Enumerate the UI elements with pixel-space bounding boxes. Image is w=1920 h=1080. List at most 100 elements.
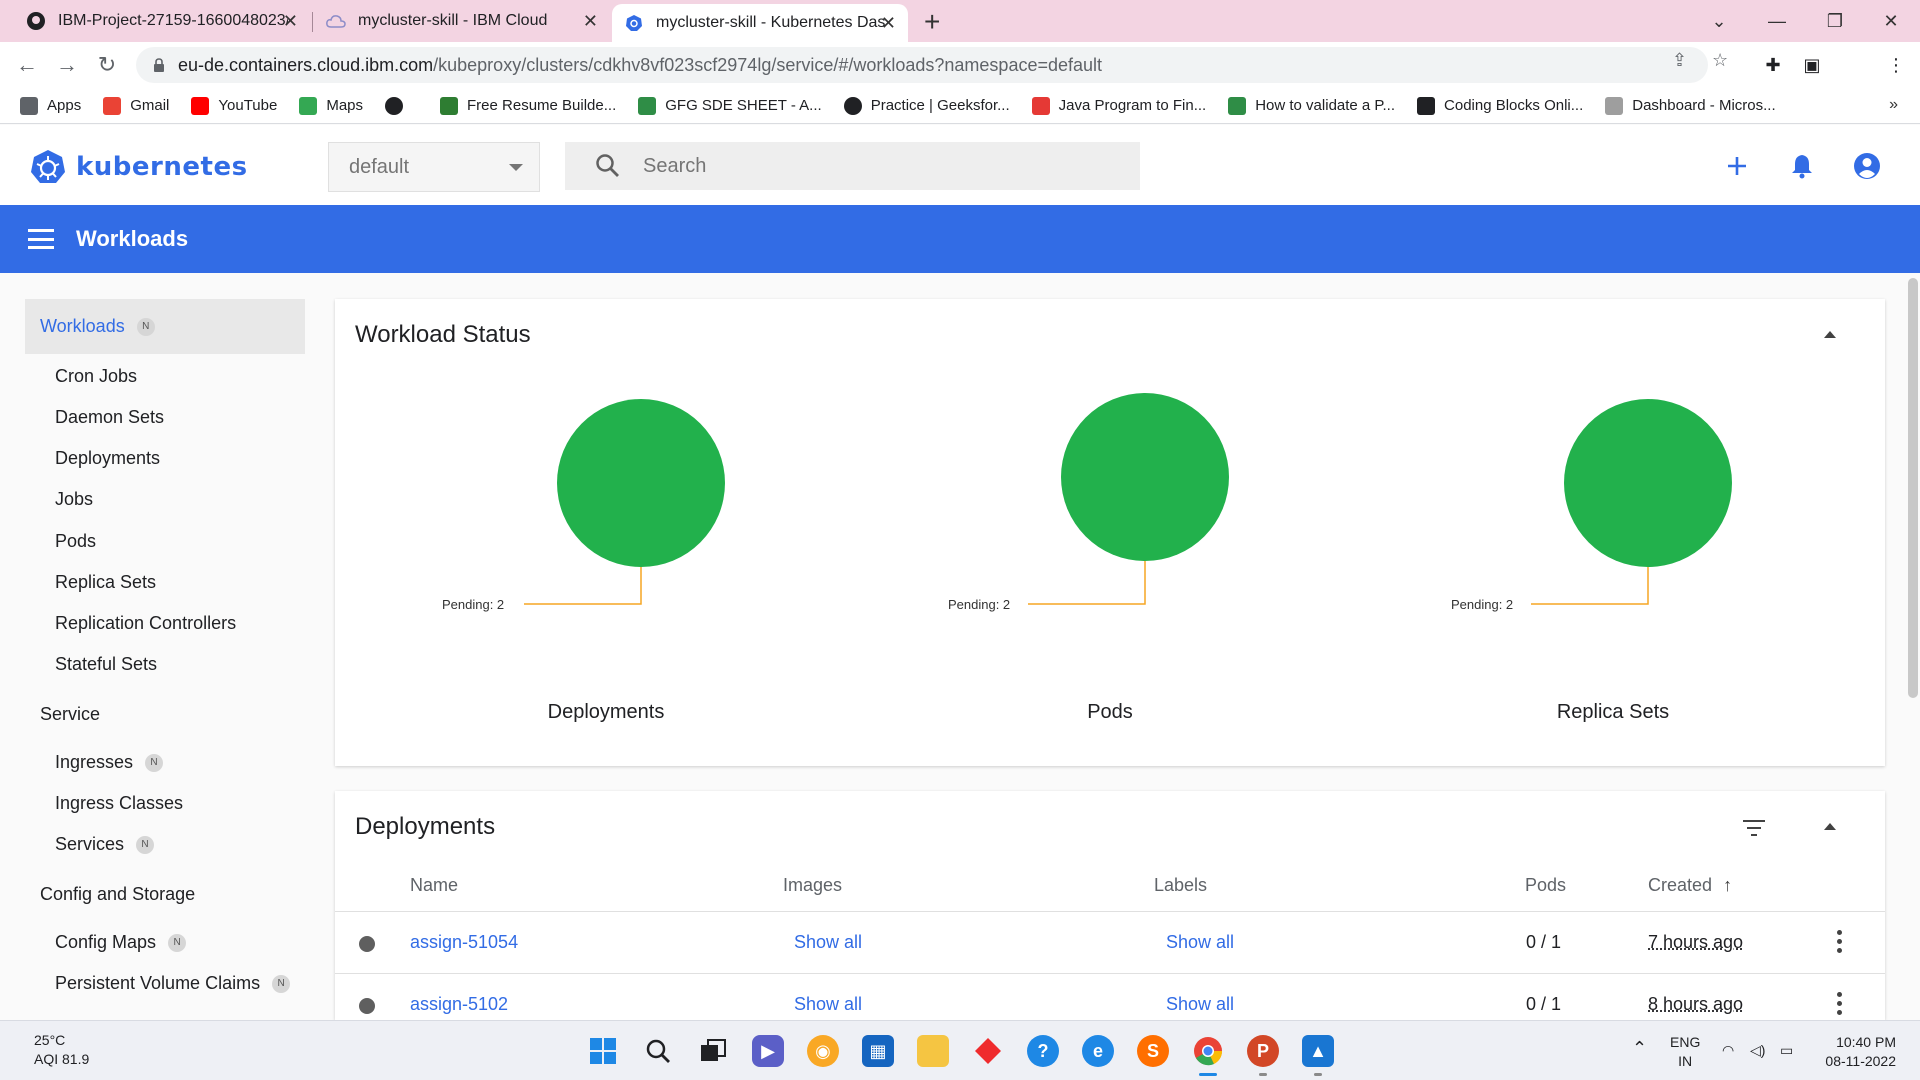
- teams-chat-icon[interactable]: ▶: [752, 1035, 784, 1067]
- bookmark-item[interactable]: How to validate a P...: [1228, 97, 1395, 115]
- brave-icon[interactable]: ◉: [807, 1035, 839, 1067]
- tab-github[interactable]: IBM-Project-27159-1660048023/ ✕: [14, 0, 310, 42]
- deployment-name-link[interactable]: assign-51054: [410, 932, 518, 953]
- restore-button[interactable]: ❐: [1810, 0, 1860, 42]
- task-view-icon[interactable]: [697, 1035, 729, 1067]
- close-tab-icon[interactable]: ✕: [583, 11, 598, 32]
- collapse-icon[interactable]: [1824, 331, 1836, 338]
- bookmark-item[interactable]: Dashboard - Micros...: [1605, 97, 1775, 115]
- powerpoint-icon[interactable]: P: [1247, 1035, 1279, 1067]
- forward-arrow-icon[interactable]: →: [52, 50, 82, 80]
- language-indicator[interactable]: ENG IN: [1670, 1033, 1700, 1071]
- new-tab-button[interactable]: +: [924, 6, 940, 38]
- close-window-button[interactable]: ✕: [1866, 0, 1916, 42]
- sidebar-item-daemon-sets[interactable]: Daemon Sets: [55, 407, 164, 428]
- bookmark-item[interactable]: Free Resume Builde...: [440, 97, 616, 115]
- bookmark-item[interactable]: Practice | Geeksfor...: [844, 97, 1010, 115]
- filter-icon[interactable]: [1743, 819, 1765, 842]
- weather-widget[interactable]: 25°C AQI 81.9: [34, 1031, 89, 1069]
- sidebar-item-config-maps[interactable]: Config Maps N: [55, 932, 186, 953]
- extensions-icon[interactable]: ✚: [1761, 53, 1785, 77]
- url-bar[interactable]: eu-de.containers.cloud.ibm.com/kubeproxy…: [136, 47, 1708, 83]
- speaker-icon[interactable]: ◁): [1750, 1041, 1765, 1060]
- chevron-up-icon[interactable]: ⌃: [1632, 1039, 1647, 1058]
- side-panel-icon[interactable]: ▣: [1800, 53, 1824, 77]
- start-windows-icon[interactable]: [587, 1035, 619, 1067]
- sublime-icon[interactable]: S: [1137, 1035, 1169, 1067]
- images-show-all-link[interactable]: Show all: [794, 994, 862, 1015]
- back-arrow-icon[interactable]: ←: [12, 50, 42, 80]
- more-vert-icon[interactable]: ⋮: [1884, 53, 1908, 77]
- more-vert-icon[interactable]: [1837, 992, 1843, 1015]
- column-header-created[interactable]: Created ↑: [1648, 875, 1732, 896]
- sidebar-item-persistent-volume-claims[interactable]: Persistent Volume Claims N: [55, 973, 290, 994]
- search-field[interactable]: [565, 142, 1140, 190]
- account-circle-icon[interactable]: [1852, 151, 1882, 181]
- column-header-pods[interactable]: Pods: [1525, 875, 1566, 896]
- bookmark-item[interactable]: Coding Blocks Onli...: [1417, 97, 1583, 115]
- sidebar-item-deployments[interactable]: Deployments: [55, 448, 160, 469]
- sidebar-item-ingress-classes[interactable]: Ingress Classes: [55, 793, 183, 814]
- chrome-icon[interactable]: [1192, 1035, 1224, 1067]
- sidebar-item-pods[interactable]: Pods: [55, 531, 96, 552]
- column-header-name[interactable]: Name: [410, 875, 458, 896]
- time: 10:40 PM: [1820, 1033, 1896, 1052]
- deployment-name-link[interactable]: assign-5102: [410, 994, 508, 1015]
- sidebar-section-service[interactable]: Service: [40, 704, 100, 725]
- help-icon[interactable]: ?: [1027, 1035, 1059, 1067]
- bookmark-item[interactable]: Apps: [20, 97, 81, 115]
- labels-show-all-link[interactable]: Show all: [1166, 932, 1234, 953]
- reload-icon[interactable]: ↻: [92, 50, 122, 80]
- collapse-icon[interactable]: [1824, 823, 1836, 830]
- file-explorer-icon[interactable]: [917, 1035, 949, 1067]
- sidebar-item-cron-jobs[interactable]: Cron Jobs: [55, 366, 137, 387]
- sidebar-item-stateful-sets[interactable]: Stateful Sets: [55, 654, 157, 675]
- sidebar-item-workloads[interactable]: Workloads N: [25, 299, 305, 354]
- kubernetes-logo[interactable]: kubernetes: [30, 149, 248, 185]
- bookmark-item[interactable]: Gmail: [103, 97, 169, 115]
- bookmark-label: Maps: [326, 97, 363, 114]
- sidebar-item-replication-controllers[interactable]: Replication Controllers: [55, 613, 236, 634]
- bookmark-item[interactable]: Java Program to Fin...: [1032, 97, 1207, 115]
- edge-icon[interactable]: e: [1082, 1035, 1114, 1067]
- sidebar-item-services[interactable]: Services N: [55, 834, 154, 855]
- tab-ibm-cloud[interactable]: mycluster-skill - IBM Cloud ✕: [314, 0, 610, 42]
- close-tab-icon[interactable]: ✕: [881, 13, 896, 34]
- labels-show-all-link[interactable]: Show all: [1166, 994, 1234, 1015]
- bookmark-item[interactable]: GFG SDE SHEET - A...: [638, 97, 821, 115]
- photos-icon[interactable]: ▲: [1302, 1035, 1334, 1067]
- search-input[interactable]: [643, 155, 1093, 178]
- clock[interactable]: 10:40 PM 08-11-2022: [1820, 1033, 1896, 1071]
- deployments-status-chart: Pending: 2: [430, 369, 930, 709]
- images-show-all-link[interactable]: Show all: [794, 932, 862, 953]
- page-scrollbar[interactable]: [1908, 278, 1918, 698]
- microsoft-store-icon[interactable]: ▦: [862, 1035, 894, 1067]
- add-icon[interactable]: [1722, 151, 1752, 181]
- sidebar-section-config-and-storage[interactable]: Config and Storage: [40, 884, 195, 905]
- minimize-button[interactable]: —: [1752, 0, 1802, 42]
- sidebar-item-label: Workloads: [40, 316, 125, 337]
- bell-icon[interactable]: [1787, 151, 1817, 181]
- close-tab-icon[interactable]: ✕: [283, 11, 298, 32]
- star-icon[interactable]: ☆: [1712, 50, 1728, 71]
- chevron-down-icon[interactable]: ⌄: [1694, 0, 1744, 42]
- share-icon[interactable]: ⇪: [1672, 50, 1687, 71]
- hamburger-menu-icon[interactable]: [28, 229, 54, 249]
- k8s-header: kubernetes default: [0, 125, 1920, 205]
- bookmark-item[interactable]: Maps: [299, 97, 363, 115]
- search-icon[interactable]: [642, 1035, 674, 1067]
- bookmark-item[interactable]: [385, 97, 412, 115]
- namespaced-badge: N: [136, 836, 154, 854]
- more-vert-icon[interactable]: [1837, 930, 1843, 953]
- battery-icon[interactable]: ▭: [1780, 1041, 1793, 1060]
- bookmark-item[interactable]: YouTube: [191, 97, 277, 115]
- anydesk-icon[interactable]: [972, 1035, 1004, 1067]
- sidebar-item-ingresses[interactable]: Ingresses N: [55, 752, 163, 773]
- bookmarks-overflow-button[interactable]: »: [1889, 96, 1898, 114]
- tab-kubernetes-dashboard[interactable]: mycluster-skill - Kubernetes Dash ✕: [612, 4, 908, 42]
- wifi-icon[interactable]: ◠: [1722, 1041, 1734, 1060]
- sidebar-item-jobs[interactable]: Jobs: [55, 489, 93, 510]
- namespace-select[interactable]: default: [328, 142, 540, 192]
- sidebar-item-replica-sets[interactable]: Replica Sets: [55, 572, 156, 593]
- active-app-indicator: [1199, 1073, 1217, 1076]
